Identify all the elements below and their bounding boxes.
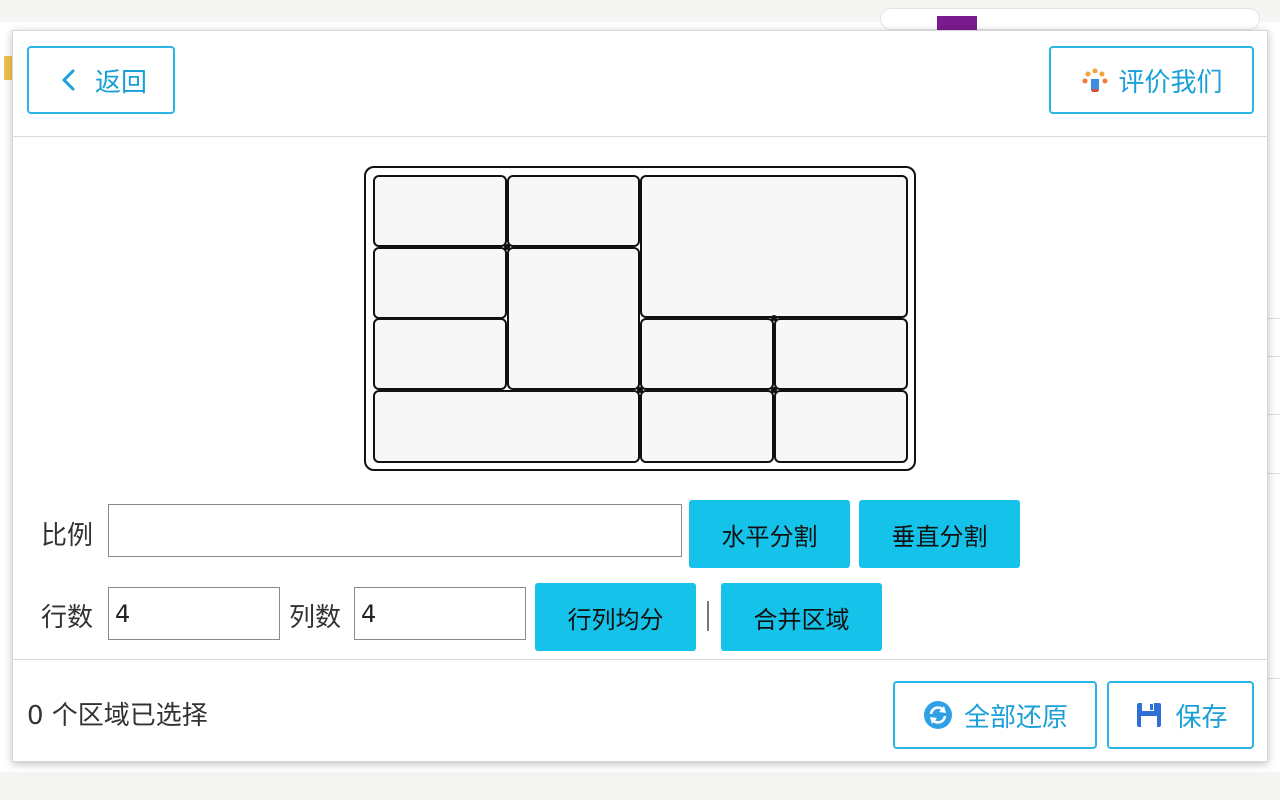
grid-joint [504,244,510,250]
rate-us-label: 评价我们 [1118,67,1223,98]
separator [707,601,709,631]
cols-label: 列数 [289,603,342,633]
rate-us-button[interactable]: 评价我们 [1049,46,1254,114]
layout-region[interactable] [774,318,908,390]
grid-joint [771,387,777,393]
dialog-header: 返回 评价我们 [13,31,1267,137]
grid-joint [637,387,643,393]
ratio-label: 比例 [41,521,94,551]
floppy-disk-icon [1137,703,1162,727]
split-horizontal-button[interactable]: 水平分割 [689,500,850,568]
rating-icon [1082,68,1108,92]
rows-input[interactable] [108,587,280,640]
save-button[interactable]: 保存 [1107,681,1254,749]
back-button-label: 返回 [94,67,147,98]
footer-divider [13,659,1267,660]
ratio-input[interactable] [108,504,682,557]
cols-input[interactable] [354,587,526,640]
layout-region[interactable] [640,175,908,318]
back-button[interactable]: 返回 [27,46,175,114]
layout-region[interactable] [507,247,640,390]
rows-label: 行数 [41,603,94,633]
save-label: 保存 [1175,702,1228,733]
selection-status: 0 个区域已选择 [27,701,208,731]
even-split-button[interactable]: 行列均分 [535,583,696,651]
layout-region[interactable] [373,318,507,390]
layout-region[interactable] [507,175,640,247]
chevron-left-icon [62,69,75,91]
background-edge-marker [4,56,12,80]
layout-region[interactable] [373,390,640,463]
background-badge [937,16,977,30]
split-vertical-button[interactable]: 垂直分割 [859,500,1020,568]
layout-preview [364,166,916,471]
restore-all-button[interactable]: 全部还原 [893,681,1097,749]
restore-all-label: 全部还原 [963,702,1068,733]
grid-joint [771,315,777,321]
layout-region[interactable] [373,247,507,319]
layout-region[interactable] [373,175,507,247]
layout-region[interactable] [640,318,774,390]
merge-region-button[interactable]: 合并区域 [721,583,882,651]
layout-editor-dialog: 返回 评价我们 比例 水平分割 垂直分割 行数 4 列数 4 行列均分 合并区域… [12,30,1268,762]
layout-region[interactable] [774,390,908,463]
refresh-icon [923,701,952,729]
layout-region[interactable] [640,390,774,463]
